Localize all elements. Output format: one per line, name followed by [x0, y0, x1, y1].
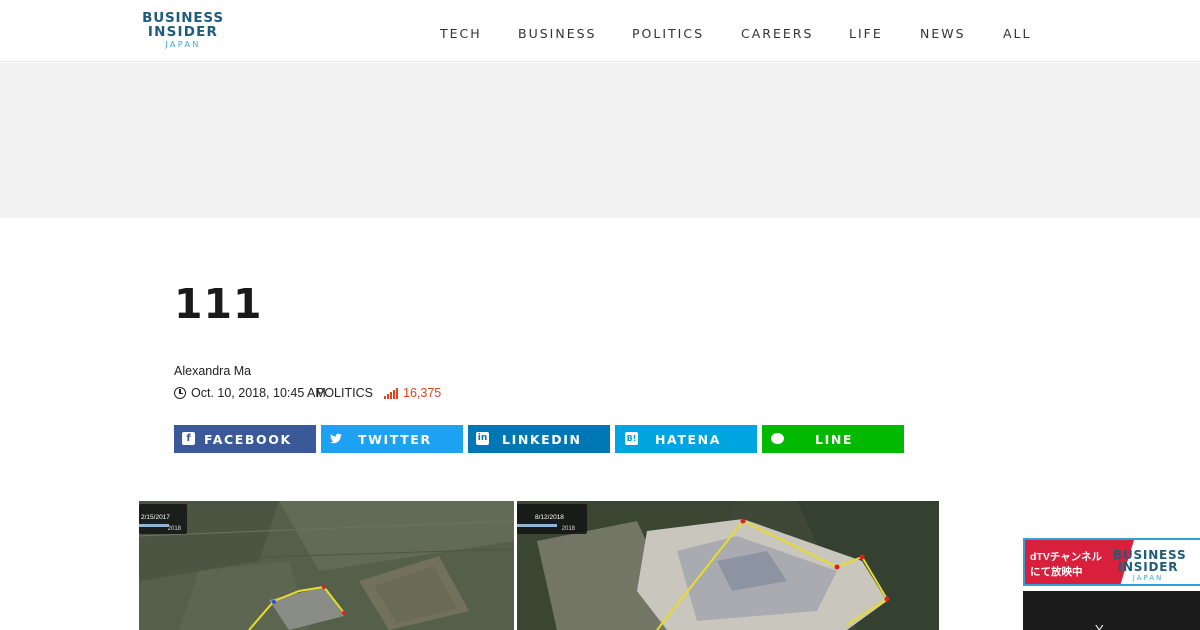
- share-twitter-button[interactable]: TWITTER: [321, 425, 463, 453]
- image-year-right: 2018: [561, 526, 575, 532]
- image-date-right: 8/12/2018: [535, 514, 564, 521]
- article-category[interactable]: POLITICS: [316, 386, 373, 400]
- ad-red-panel: dTVチャンネル にて放映中: [1025, 540, 1134, 584]
- article-author[interactable]: Alexandra Ma: [174, 364, 251, 378]
- share-hatena-label: HATENA: [655, 432, 721, 447]
- ad-text-line-1: dTVチャンネル: [1030, 551, 1103, 563]
- share-hatena-button[interactable]: B! HATENA: [615, 425, 757, 453]
- nav-politics[interactable]: POLITICS: [632, 26, 704, 41]
- image-date-left: 2/15/2017: [141, 514, 170, 521]
- line-icon: [771, 433, 784, 444]
- video-player[interactable]: Y...: [1023, 591, 1200, 630]
- linkedin-icon: in: [476, 432, 489, 445]
- timeline-slider-right[interactable]: [517, 524, 557, 527]
- business-insider-logo[interactable]: BUSINESS INSIDER JAPAN: [138, 11, 228, 50]
- timeline-slider-left[interactable]: [139, 524, 169, 527]
- hatena-icon: B!: [625, 432, 638, 445]
- share-line-button[interactable]: LINE: [762, 425, 904, 453]
- image-year-left: 2018: [167, 526, 181, 532]
- ad-text-line-2: にて放映中: [1030, 566, 1083, 578]
- satellite-image-before: 2/15/2017 2018: [139, 501, 514, 630]
- share-line-label: LINE: [815, 432, 854, 447]
- nav-life[interactable]: LIFE: [849, 26, 883, 41]
- facebook-icon: f: [182, 432, 195, 445]
- timeline-overlay-right[interactable]: 8/12/2018 2018: [517, 504, 587, 534]
- nav-news[interactable]: NEWS: [920, 26, 966, 41]
- share-facebook-button[interactable]: f FACEBOOK: [174, 425, 316, 453]
- clock-icon: [174, 387, 186, 399]
- satellite-image-after: 8/12/2018 2018: [517, 501, 939, 630]
- share-linkedin-label: LINKEDIN: [502, 432, 582, 447]
- nav-careers[interactable]: CAREERS: [741, 26, 813, 41]
- article-title: 111: [174, 280, 263, 328]
- nav-all[interactable]: ALL: [1003, 26, 1031, 41]
- logo-line-1: BUSINESS: [142, 10, 224, 26]
- nav-tech[interactable]: TECH: [440, 26, 482, 41]
- ad-logo-line-2: INSIDER: [1117, 560, 1179, 574]
- share-facebook-label: FACEBOOK: [204, 432, 292, 447]
- ad-banner-placeholder: [0, 63, 1200, 218]
- satellite-terrain: [139, 501, 514, 630]
- nav-business[interactable]: BUSINESS: [518, 26, 596, 41]
- share-linkedin-button[interactable]: in LINKEDIN: [468, 425, 610, 453]
- ad-logo-line-3: JAPAN: [1132, 574, 1164, 582]
- dtv-ad-banner[interactable]: dTVチャンネル にて放映中 BUSINESS INSIDER JAPAN: [1023, 538, 1200, 586]
- logo-line-3: JAPAN: [165, 40, 201, 49]
- article-date: Oct. 10, 2018, 10:45 AM: [191, 386, 326, 400]
- site-header: BUSINESS INSIDER JAPAN TECH BUSINESS POL…: [0, 0, 1200, 62]
- timeline-overlay-left[interactable]: 2/15/2017 2018: [139, 504, 187, 534]
- views-icon: [384, 388, 398, 399]
- logo-line-2: INSIDER: [147, 24, 219, 40]
- twitter-icon: [329, 432, 342, 445]
- share-twitter-label: TWITTER: [358, 432, 432, 447]
- article-views: 16,375: [403, 386, 442, 400]
- video-caption: Y...: [1095, 622, 1113, 630]
